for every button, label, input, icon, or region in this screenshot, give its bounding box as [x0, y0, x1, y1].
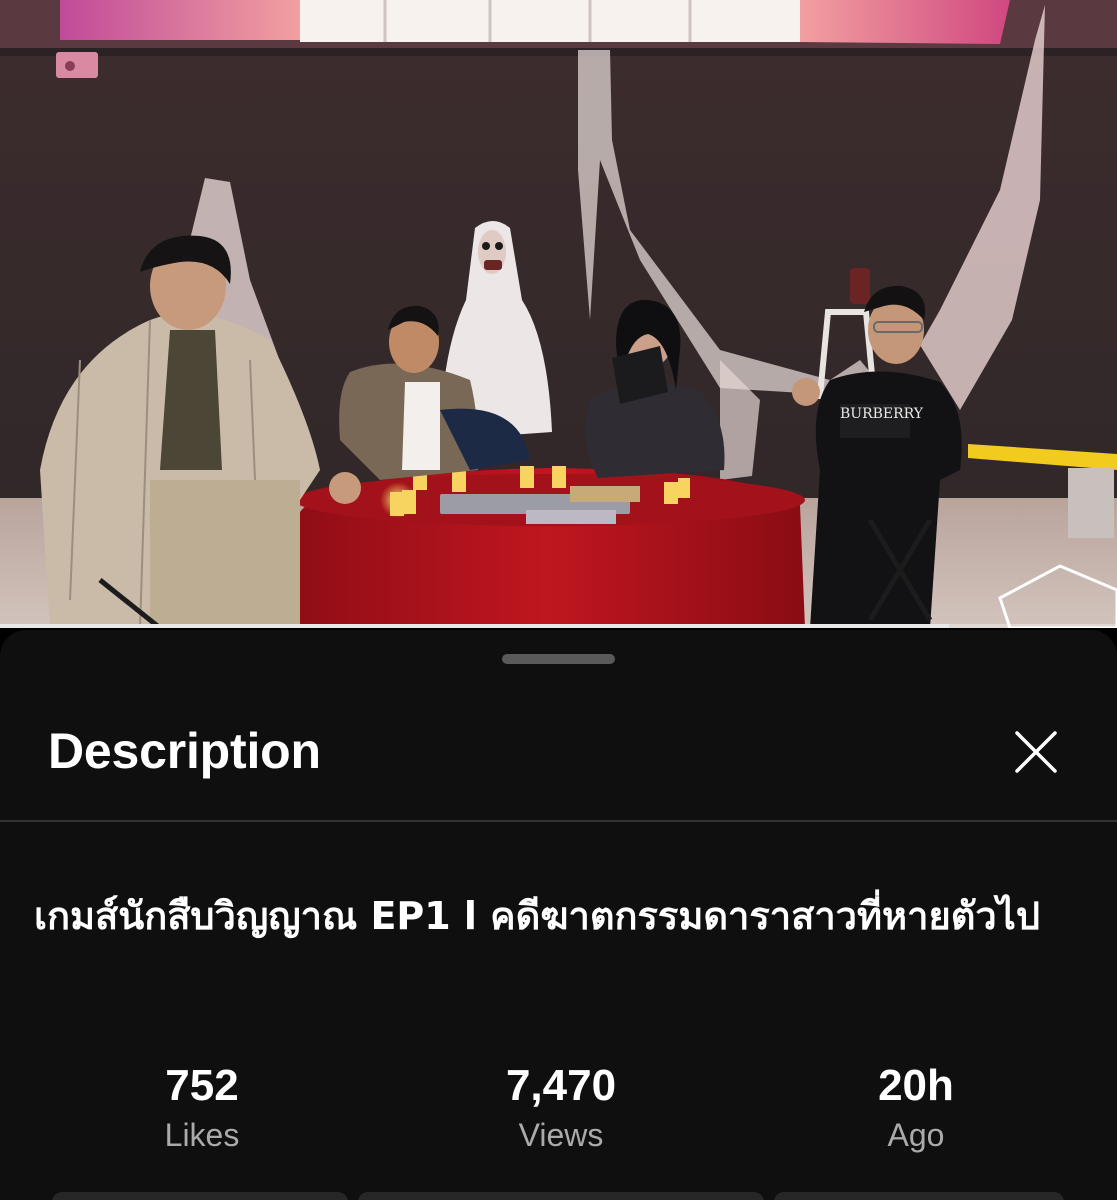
sheet-title: Description [48, 723, 321, 779]
sheet-divider [0, 820, 1117, 822]
close-button[interactable] [1008, 724, 1064, 780]
upload-age-label: Ago [887, 1117, 945, 1153]
video-title: เกมส์นักสืบวิญญาณ EP1 l คดีฆาตกรรมดาราสา… [34, 894, 1040, 938]
upload-age-value: 20h [878, 1061, 954, 1110]
likes-count: 752 [165, 1061, 239, 1110]
bottom-chip-row [0, 1192, 1117, 1200]
description-sheet: Description เกมส์นักสืบวิญญาณ EP1 l คดีฆ… [0, 630, 1117, 1200]
views-count: 7,470 [505, 1061, 617, 1110]
playback-progress-bar[interactable] [0, 624, 1117, 628]
likes-label: Likes [164, 1117, 240, 1153]
chip[interactable] [774, 1192, 1064, 1200]
close-icon [1015, 731, 1057, 773]
upload-age-stat: 20h Ago [786, 1060, 1046, 1158]
video-player[interactable]: BURBERRY [0, 0, 1117, 628]
screen: BURBERRY Description เกมส์นักสืบวิญญาณ E… [0, 0, 1117, 1200]
video-stats: 752 Likes 7,470 Views 20h Ago [0, 1060, 1117, 1160]
playback-progress-fill [0, 624, 950, 628]
chip[interactable] [52, 1192, 348, 1200]
likes-stat: 752 Likes [72, 1060, 332, 1158]
views-stat: 7,470 Views [431, 1060, 691, 1158]
video-frame: BURBERRY [0, 0, 1117, 628]
views-label: Views [518, 1117, 604, 1153]
svg-text:BURBERRY: BURBERRY [840, 406, 924, 422]
chip[interactable] [358, 1192, 764, 1200]
sheet-drag-handle[interactable] [502, 654, 615, 664]
